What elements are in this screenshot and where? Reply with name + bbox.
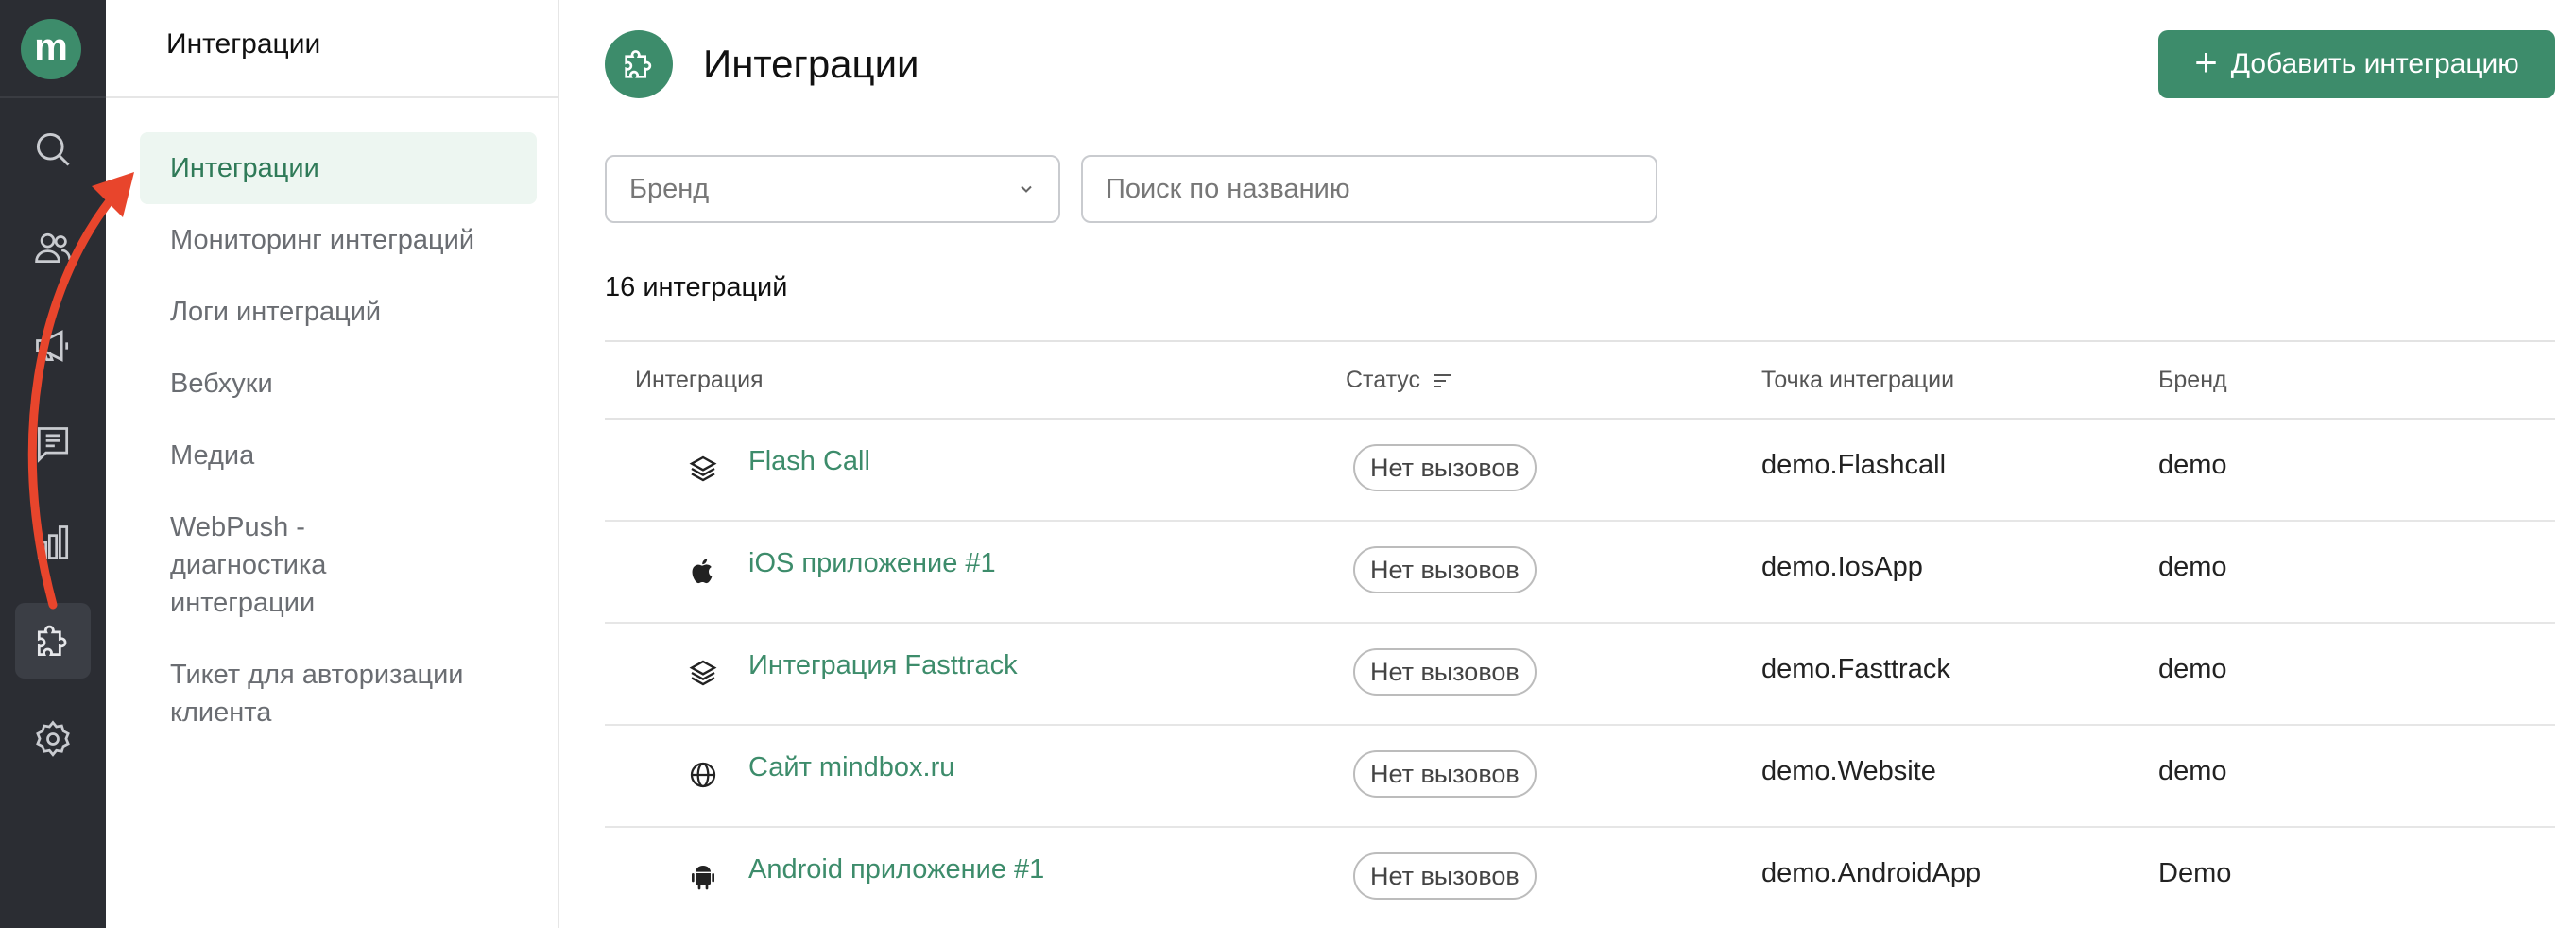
table-row[interactable]: Android приложение #1 Нет вызовов demo.A… — [605, 828, 2555, 928]
subnav-divider — [106, 96, 558, 98]
users-icon — [35, 232, 72, 264]
integration-name-link[interactable]: Интеграция Fasttrack — [748, 650, 1018, 681]
status-badge: Нет вызовов — [1353, 852, 1537, 900]
integrations-table: Интеграция Статус Точка интеграции Бренд… — [605, 340, 2555, 928]
rail-divider — [0, 96, 106, 98]
table-header: Интеграция Статус Точка интеграции Бренд — [605, 340, 2555, 420]
status-badge: Нет вызовов — [1353, 546, 1537, 593]
rail-campaigns-button[interactable] — [15, 308, 91, 384]
integration-name-link[interactable]: Flash Call — [748, 446, 870, 477]
table-row[interactable]: Интеграция Fasttrack Нет вызовов demo.Fa… — [605, 624, 2555, 726]
brand-cell: demo — [2158, 756, 2227, 786]
integration-count: 16 интеграций — [605, 272, 788, 302]
layers-icon — [689, 455, 717, 482]
integration-point: demo.AndroidApp — [1761, 858, 1982, 888]
subnav-list: Интеграции Мониторинг интеграций Логи ин… — [140, 132, 537, 748]
subnav-item-auth-ticket[interactable]: Тикет для авторизации клиента — [140, 639, 499, 748]
android-icon — [692, 866, 714, 890]
integration-point: demo.Website — [1761, 756, 1936, 786]
chevron-down-icon — [1021, 185, 1032, 193]
chart-icon — [37, 525, 69, 559]
brand-cell: demo — [2158, 450, 2227, 480]
page-title: Интеграции — [703, 42, 919, 86]
subnav-item-logs[interactable]: Логи интеграций — [140, 276, 537, 348]
subnav-item-media[interactable]: Медиа — [140, 420, 537, 491]
rail-integrations-button[interactable] — [15, 603, 91, 679]
subnav-item-integrations[interactable]: Интеграции — [140, 132, 537, 204]
brand-cell: demo — [2158, 654, 2227, 684]
subnav-item-monitoring[interactable]: Мониторинг интеграций — [140, 204, 537, 276]
rail-customers-button[interactable] — [15, 210, 91, 285]
column-header-integration: Интеграция — [635, 367, 764, 393]
column-header-status[interactable]: Статус — [1346, 367, 1454, 394]
mindbox-logo[interactable]: m — [21, 19, 81, 79]
table-row[interactable]: Flash Call Нет вызовов demo.Flashcall de… — [605, 420, 2555, 522]
layers-icon — [689, 660, 717, 686]
status-badge: Нет вызовов — [1353, 444, 1537, 491]
integration-point: demo.Fasttrack — [1761, 654, 1950, 684]
column-header-brand: Бренд — [2158, 367, 2227, 393]
table-row[interactable]: Сайт mindbox.ru Нет вызовов demo.Website… — [605, 726, 2555, 828]
plus-icon: + — [2194, 40, 2218, 84]
subnav-title: Интеграции — [166, 28, 321, 60]
gear-icon — [36, 720, 70, 757]
subnav-item-webhooks[interactable]: Вебхуки — [140, 348, 537, 420]
megaphone-icon — [36, 330, 69, 362]
search-input[interactable] — [1081, 155, 1657, 223]
icon-rail: m — [0, 0, 106, 928]
integration-point: demo.IosApp — [1761, 552, 1923, 582]
add-integration-label: Добавить интеграцию — [2230, 48, 2519, 79]
status-badge: Нет вызовов — [1353, 750, 1537, 798]
globe-icon — [690, 762, 716, 788]
brand-cell: demo — [2158, 552, 2227, 582]
rail-search-button[interactable] — [15, 112, 91, 187]
status-badge: Нет вызовов — [1353, 648, 1537, 696]
subnav-item-webpush-diagnostics[interactable]: WebPush - диагностика интеграции — [140, 491, 499, 639]
brand-cell: Demo — [2158, 858, 2232, 888]
brand-select-value: Бренд — [629, 173, 710, 204]
table-row[interactable]: iOS приложение #1 Нет вызовов demo.IosAp… — [605, 522, 2555, 624]
integration-name-link[interactable]: iOS приложение #1 — [748, 548, 996, 579]
sort-icon[interactable] — [1432, 369, 1454, 392]
rail-content-button[interactable] — [15, 406, 91, 482]
sub-navigation: Интеграции Интеграции Мониторинг интегра… — [106, 0, 559, 928]
integration-name-link[interactable]: Сайт mindbox.ru — [748, 752, 954, 783]
column-header-integration-point: Точка интеграции — [1761, 367, 1955, 393]
rail-settings-button[interactable] — [15, 701, 91, 777]
puzzle-icon — [625, 50, 652, 78]
brand-select[interactable]: Бренд — [605, 155, 1060, 223]
apple-icon — [692, 559, 713, 584]
page-icon — [605, 30, 673, 98]
puzzle-icon — [37, 625, 67, 657]
integration-point: demo.Flashcall — [1761, 450, 1947, 480]
integration-name-link[interactable]: Android приложение #1 — [748, 854, 1044, 885]
search-icon — [36, 132, 70, 166]
rail-analytics-button[interactable] — [15, 505, 91, 580]
add-integration-button[interactable]: + Добавить интеграцию — [2158, 30, 2555, 98]
main-content: Интеграции + Добавить интеграцию Бренд 1… — [559, 0, 2576, 928]
document-icon — [37, 427, 69, 463]
